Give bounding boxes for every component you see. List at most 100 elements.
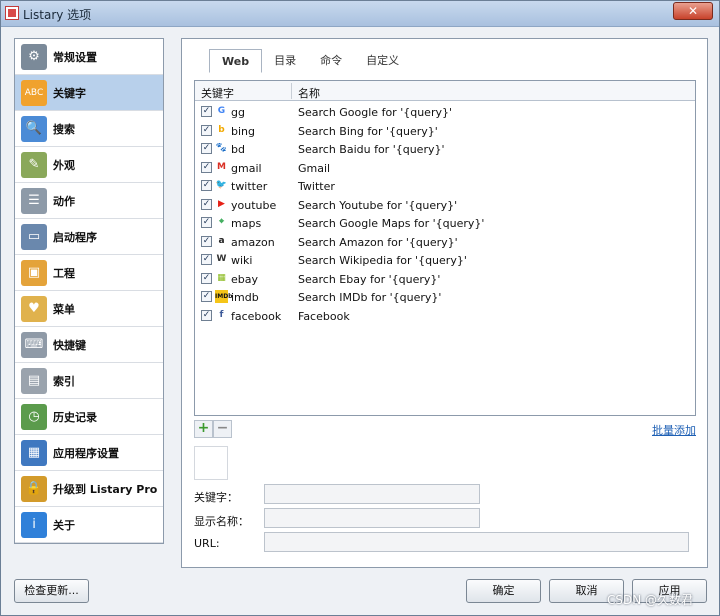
table-row[interactable]: ✓ ▶ youtube Search Youtube for '{query}' bbox=[195, 196, 695, 214]
enabled-checkbox[interactable]: ✓ bbox=[201, 291, 212, 302]
sidebar-item-label: 常规设置 bbox=[53, 50, 97, 64]
display-name-field-label: 显示名称： bbox=[194, 515, 249, 528]
youtube-icon: ▶ bbox=[218, 198, 225, 209]
column-header-key[interactable]: 关键字 bbox=[201, 85, 234, 101]
table-row[interactable]: ✓ IMDb imdb Search IMDb for '{query}' bbox=[195, 288, 695, 306]
table-row[interactable]: ✓ Wwiki Search Wikipedia for '{query}' bbox=[195, 251, 695, 269]
enabled-checkbox[interactable]: ✓ bbox=[201, 235, 212, 247]
tab[interactable]: 自定义 bbox=[354, 49, 411, 73]
sidebar-item[interactable]: ♥ 菜单 bbox=[15, 291, 163, 327]
sidebar-item[interactable]: ▣ 工程 bbox=[15, 255, 163, 291]
display-name-field[interactable] bbox=[264, 508, 480, 528]
enabled-checkbox[interactable]: ✓ bbox=[201, 309, 212, 321]
bing-icon: b bbox=[218, 124, 225, 135]
table-row[interactable]: ✓ b bing Search Bing for '{query}' bbox=[195, 122, 695, 140]
keyword-cell: maps bbox=[231, 217, 262, 230]
sidebar-item-label: 关键字 bbox=[53, 86, 86, 100]
sidebar-item[interactable]: ⌨ 快捷键 bbox=[15, 327, 163, 363]
url-field[interactable] bbox=[264, 532, 689, 552]
keyboard-icon: ⌨ bbox=[21, 331, 47, 358]
sidebar-item-label: 关于 bbox=[53, 518, 75, 532]
enabled-checkbox[interactable]: ✓ bbox=[201, 217, 212, 228]
table-row[interactable]: ✓ Ggg Search Google for '{query}' bbox=[195, 103, 695, 121]
keyword-cell: amazon bbox=[231, 235, 275, 249]
name-cell: Gmail bbox=[298, 161, 331, 175]
enabled-checkbox[interactable]: ✓ bbox=[201, 198, 212, 210]
table-row[interactable]: ✓ Mgmail Gmail bbox=[195, 159, 695, 177]
sidebar-item[interactable]: i 关于 bbox=[15, 507, 163, 543]
table-row[interactable]: ✓ 🐦 twitter Twitter bbox=[195, 177, 695, 195]
title-bar[interactable]: Listary 选项 ✕ bbox=[1, 1, 719, 27]
table-row[interactable]: ✓ ⌖ maps Search Google Maps for '{query}' bbox=[195, 214, 695, 232]
sidebar-item[interactable]: ▭ 启动程序 bbox=[15, 219, 163, 255]
url-field-label: URL: bbox=[194, 537, 220, 550]
enabled-checkbox[interactable]: ✓ bbox=[201, 124, 212, 136]
name-cell: Search IMDb for '{query}' bbox=[298, 291, 442, 304]
ebay-bag-icon: ▦ bbox=[217, 272, 226, 283]
sidebar-item-label: 菜单 bbox=[53, 302, 75, 316]
baidu-paw-icon: 🐾 bbox=[215, 143, 228, 153]
tab[interactable]: Web bbox=[209, 49, 263, 73]
keyword-cell: wiki bbox=[231, 254, 253, 267]
sidebar-item[interactable]: ✎ 外观 bbox=[15, 147, 163, 183]
keyword-cell: bd bbox=[231, 143, 245, 156]
table-row[interactable]: ✓ f facebook Facebook bbox=[195, 307, 695, 325]
name-cell: Search Google for '{query}' bbox=[298, 106, 452, 119]
project-cube-icon: ▣ bbox=[21, 259, 47, 286]
keyword-icon-preview[interactable] bbox=[194, 446, 228, 480]
sidebar-item[interactable]: ⚙ 常规设置 bbox=[15, 39, 163, 75]
enabled-checkbox[interactable]: ✓ bbox=[201, 143, 212, 154]
ok-button[interactable]: 确定 bbox=[466, 579, 541, 603]
enabled-checkbox[interactable]: ✓ bbox=[201, 254, 212, 265]
check-updates-button[interactable]: 检查更新... bbox=[14, 579, 89, 603]
sidebar-item-label: 快捷键 bbox=[53, 338, 86, 352]
table-header: 关键字 名称 bbox=[195, 81, 695, 101]
sidebar-item[interactable]: ☰ 动作 bbox=[15, 183, 163, 219]
sidebar-item-label: 升级到 Listary Pro bbox=[53, 482, 158, 496]
tab[interactable]: 目录 bbox=[262, 49, 308, 73]
add-keyword-button[interactable]: + bbox=[194, 420, 213, 438]
palette-icon: ✎ bbox=[21, 151, 47, 178]
maps-pin-icon: ⌖ bbox=[218, 217, 225, 227]
close-button[interactable]: ✕ bbox=[673, 2, 713, 20]
sidebar-item[interactable]: ▤ 索引 bbox=[15, 363, 163, 399]
settings-sidebar: ⚙ 常规设置 ABC 关键字 🔍 搜索 ✎ 外观 ☰ 动作 ▭ 启动程序 ▣ 工程 ♥ 菜单 ⌨ 快捷键 ▤ 索引 ◷ 历… bbox=[14, 38, 164, 544]
name-cell: Twitter bbox=[298, 180, 335, 193]
sidebar-item[interactable]: 🔒 升级到 Listary Pro bbox=[15, 471, 163, 507]
tab[interactable]: 命令 bbox=[308, 49, 354, 73]
table-row[interactable]: ✓ ▦ ebay Search Ebay for '{query}' bbox=[195, 270, 695, 288]
keyword-cell: youtube bbox=[231, 198, 277, 212]
info-icon: i bbox=[21, 511, 47, 538]
table-row[interactable]: ✓ 🐾 bd Search Baidu for '{query}' bbox=[195, 140, 695, 158]
table-row[interactable]: ✓ a amazon Search Amazon for '{query}' bbox=[195, 233, 695, 251]
sidebar-item[interactable]: ▦ 应用程序设置 bbox=[15, 435, 163, 471]
remove-keyword-button[interactable]: − bbox=[213, 420, 232, 438]
amazon-icon: a bbox=[218, 235, 225, 246]
sidebar-item-label: 搜索 bbox=[53, 122, 75, 136]
bulk-add-link[interactable]: 批量添加 bbox=[652, 422, 696, 438]
sidebar-item-label: 索引 bbox=[53, 374, 75, 388]
keyword-table[interactable]: 关键字 名称 ✓ Ggg Search Google for '{query}' ✓ b… bbox=[194, 80, 696, 416]
name-cell: Search Ebay for '{query}' bbox=[298, 272, 441, 286]
keyword-cell: twitter bbox=[231, 180, 268, 193]
column-header-name[interactable]: 名称 bbox=[298, 85, 320, 101]
enabled-checkbox[interactable]: ✓ bbox=[201, 106, 212, 117]
enabled-checkbox[interactable]: ✓ bbox=[201, 180, 212, 191]
sidebar-item[interactable]: ABC 关键字 bbox=[15, 75, 163, 111]
name-cell: Facebook bbox=[298, 309, 350, 323]
window-title: Listary 选项 bbox=[23, 8, 92, 22]
magnifier-icon: 🔍 bbox=[21, 115, 47, 142]
wikipedia-icon: W bbox=[216, 254, 227, 264]
sidebar-item[interactable]: ◷ 历史记录 bbox=[15, 399, 163, 435]
facebook-icon: f bbox=[219, 309, 224, 320]
sidebar-item[interactable]: 🔍 搜索 bbox=[15, 111, 163, 147]
clock-icon: ◷ bbox=[21, 403, 47, 430]
launcher-window-icon: ▭ bbox=[21, 223, 47, 250]
keyword-field[interactable] bbox=[264, 484, 480, 504]
enabled-checkbox[interactable]: ✓ bbox=[201, 272, 212, 284]
sidebar-item-label: 历史记录 bbox=[53, 410, 97, 424]
sidebar-item-label: 动作 bbox=[53, 194, 75, 208]
enabled-checkbox[interactable]: ✓ bbox=[201, 161, 212, 173]
name-cell: Search Youtube for '{query}' bbox=[298, 198, 458, 212]
add-remove-controls: + − bbox=[194, 420, 232, 438]
